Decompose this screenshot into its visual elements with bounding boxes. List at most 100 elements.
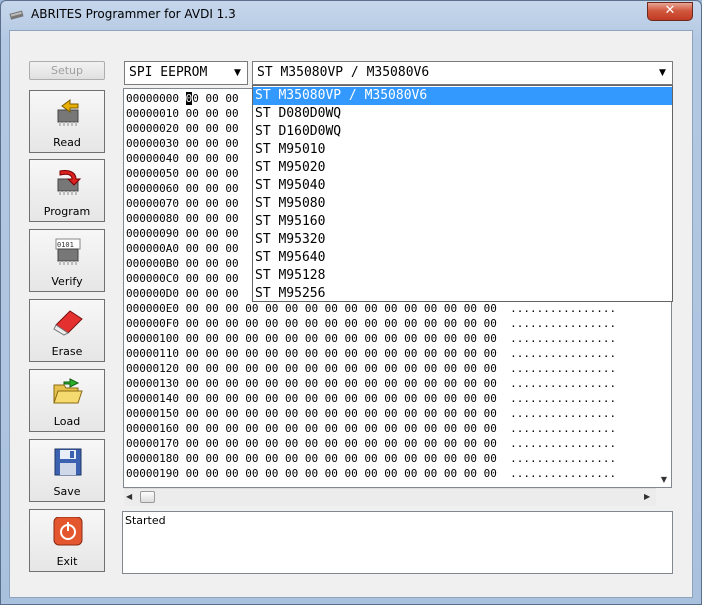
hex-row[interactable]: 00000050 00 00 00 <box>126 166 239 181</box>
hex-row[interactable]: 000000B0 00 00 00 <box>126 256 239 271</box>
hex-row[interactable]: 000000E0 00 00 00 00 00 00 00 00 00 00 0… <box>126 301 616 316</box>
hex-row[interactable]: 00000030 00 00 00 <box>126 136 239 151</box>
chip-option[interactable]: ST D160D0WQ <box>253 123 672 141</box>
hex-row[interactable]: 00000150 00 00 00 00 00 00 00 00 00 00 0… <box>126 406 616 421</box>
hex-bytes[interactable]: 00 00 00 <box>186 122 239 135</box>
hex-row[interactable]: 00000190 00 00 00 00 00 00 00 00 00 00 0… <box>126 466 616 481</box>
chip-option[interactable]: ST M95128 <box>253 267 672 285</box>
hex-address: 00000110 <box>126 347 179 360</box>
erase-button[interactable]: Erase <box>29 299 105 362</box>
app-icon <box>9 10 24 20</box>
chip-option[interactable]: ST M95320 <box>253 231 672 249</box>
hex-row[interactable]: 00000120 00 00 00 00 00 00 00 00 00 00 0… <box>126 361 616 376</box>
hex-row[interactable]: 00000110 00 00 00 00 00 00 00 00 00 00 0… <box>126 346 616 361</box>
close-button[interactable]: ✕ <box>647 2 693 21</box>
hex-ascii: ................ <box>510 467 617 480</box>
chip-select[interactable]: ST M35080VP / M35080V6 ▼ <box>252 61 673 85</box>
hex-bytes[interactable]: 00 00 00 00 00 00 00 00 00 00 00 00 00 0… <box>186 467 497 480</box>
hex-row[interactable]: 000000D0 00 00 00 <box>126 286 239 301</box>
hex-row[interactable]: 00000100 00 00 00 00 00 00 00 00 00 00 0… <box>126 331 616 346</box>
hex-row[interactable]: 000000C0 00 00 00 <box>126 271 239 286</box>
chip-option[interactable]: ST D080D0WQ <box>253 105 672 123</box>
chevron-down-icon[interactable]: ▼ <box>230 64 245 82</box>
hex-row[interactable]: 000000A0 00 00 00 <box>126 241 239 256</box>
hex-bytes[interactable]: 00 00 00 00 00 00 00 00 00 00 00 00 00 0… <box>186 422 497 435</box>
exit-button[interactable]: Exit <box>29 509 105 572</box>
scroll-left-icon[interactable]: ◀ <box>126 492 136 502</box>
chip-option[interactable]: ST M95080 <box>253 195 672 213</box>
hex-bytes[interactable]: 00 00 00 <box>186 257 239 270</box>
hex-ascii: ................ <box>510 302 617 315</box>
hex-bytes[interactable]: 00 00 00 <box>186 107 239 120</box>
hex-row[interactable]: 00000090 00 00 00 <box>126 226 239 241</box>
log-output: Started <box>122 511 673 574</box>
hex-bytes[interactable]: 00 00 00 <box>186 197 239 210</box>
hex-bytes[interactable]: 00 00 00 00 00 00 00 00 00 00 00 00 00 0… <box>186 317 497 330</box>
hex-bytes[interactable]: 00 00 00 00 00 00 00 00 00 00 00 00 00 0… <box>186 347 497 360</box>
chip-option[interactable]: ST M95010 <box>253 141 672 159</box>
hex-address: 00000080 <box>126 212 179 225</box>
hex-row[interactable]: 00000180 00 00 00 00 00 00 00 00 00 00 0… <box>126 451 616 466</box>
program-button[interactable]: Program <box>29 159 105 222</box>
hex-row[interactable]: 00000140 00 00 00 00 00 00 00 00 00 00 0… <box>126 391 616 406</box>
hex-bytes[interactable]: 00 00 00 <box>186 242 239 255</box>
chip-option[interactable]: ST M35080VP / M35080V6 <box>253 87 672 105</box>
hex-row[interactable]: 00000160 00 00 00 00 00 00 00 00 00 00 0… <box>126 421 616 436</box>
memory-type-select[interactable]: SPI EEPROM ▼ <box>124 61 248 85</box>
hex-bytes[interactable]: 00 00 00 00 00 00 00 00 00 00 00 00 00 0… <box>186 362 497 375</box>
hex-bytes[interactable]: 00 00 00 <box>186 227 239 240</box>
hex-ascii: ................ <box>510 437 617 450</box>
hex-bytes[interactable]: 00 00 00 00 00 00 00 00 00 00 00 00 00 0… <box>186 437 497 450</box>
hex-address: 00000130 <box>126 377 179 390</box>
title-bar[interactable]: ABRITES Programmer for AVDI 1.3 ✕ <box>1 1 701 29</box>
scroll-right-icon[interactable]: ▶ <box>644 492 654 502</box>
hex-row[interactable]: 00000070 00 00 00 <box>126 196 239 211</box>
hex-bytes[interactable]: 00 00 00 00 00 00 00 00 00 00 00 00 00 0… <box>186 302 497 315</box>
scroll-thumb[interactable] <box>140 491 155 503</box>
hex-bytes[interactable]: 00 00 <box>205 92 238 105</box>
hex-bytes[interactable]: 00 00 00 00 00 00 00 00 00 00 00 00 00 0… <box>186 392 497 405</box>
hex-bytes[interactable]: 00 00 00 00 00 00 00 00 00 00 00 00 00 0… <box>186 407 497 420</box>
hex-row[interactable]: 000000F0 00 00 00 00 00 00 00 00 00 00 0… <box>126 316 616 331</box>
hex-bytes[interactable]: 00 00 00 00 00 00 00 00 00 00 00 00 00 0… <box>186 377 497 390</box>
hex-bytes[interactable]: 00 00 00 00 00 00 00 00 00 00 00 00 00 0… <box>186 452 497 465</box>
hex-address: 00000170 <box>126 437 179 450</box>
hex-bytes[interactable]: 00 00 00 <box>186 182 239 195</box>
hex-bytes[interactable]: 00 00 00 <box>186 152 239 165</box>
chip-option[interactable]: ST M95040 <box>253 177 672 195</box>
hex-ascii: ................ <box>510 317 617 330</box>
hex-ascii: ................ <box>510 452 617 465</box>
load-label: Load <box>53 415 81 428</box>
hex-byte[interactable]: 0 <box>192 92 199 105</box>
hex-ascii: ................ <box>510 407 617 420</box>
chip-option[interactable]: ST M95256 <box>253 285 672 303</box>
load-button[interactable]: Load <box>29 369 105 432</box>
hex-bytes[interactable]: 00 00 00 00 00 00 00 00 00 00 00 00 00 0… <box>186 332 497 345</box>
scroll-down-icon[interactable]: ▼ <box>656 472 672 488</box>
hex-bytes[interactable]: 00 00 00 <box>186 212 239 225</box>
hex-row[interactable]: 00000000 00 00 00 <box>126 91 239 106</box>
chevron-down-icon[interactable]: ▼ <box>655 64 670 82</box>
setup-button[interactable]: Setup <box>29 61 105 80</box>
chip-dropdown-list[interactable]: ST M35080VP / M35080V6 ST D080D0WQ ST D160… <box>252 85 673 302</box>
save-button[interactable]: Save <box>29 439 105 502</box>
horizontal-scrollbar[interactable]: ◀ ▶ <box>124 488 656 506</box>
hex-row[interactable]: 00000130 00 00 00 00 00 00 00 00 00 00 0… <box>126 376 616 391</box>
chip-option[interactable]: ST M95020 <box>253 159 672 177</box>
hex-row[interactable]: 00000010 00 00 00 <box>126 106 239 121</box>
chip-option[interactable]: ST M95160 <box>253 213 672 231</box>
hex-bytes[interactable]: 00 00 00 <box>186 167 239 180</box>
hex-row[interactable]: 00000170 00 00 00 00 00 00 00 00 00 00 0… <box>126 436 616 451</box>
hex-bytes[interactable]: 00 00 00 <box>186 287 239 300</box>
hex-address: 00000070 <box>126 197 179 210</box>
chip-option[interactable]: ST M95640 <box>253 249 672 267</box>
hex-bytes[interactable]: 00 00 00 <box>186 272 239 285</box>
hex-row[interactable]: 00000060 00 00 00 <box>126 181 239 196</box>
hex-address: 000000E0 <box>126 302 179 315</box>
hex-bytes[interactable]: 00 00 00 <box>186 137 239 150</box>
read-button[interactable]: Read <box>29 90 105 153</box>
verify-button[interactable]: 0101 Verify <box>29 229 105 292</box>
hex-row[interactable]: 00000020 00 00 00 <box>126 121 239 136</box>
hex-row[interactable]: 00000080 00 00 00 <box>126 211 239 226</box>
hex-row[interactable]: 00000040 00 00 00 <box>126 151 239 166</box>
